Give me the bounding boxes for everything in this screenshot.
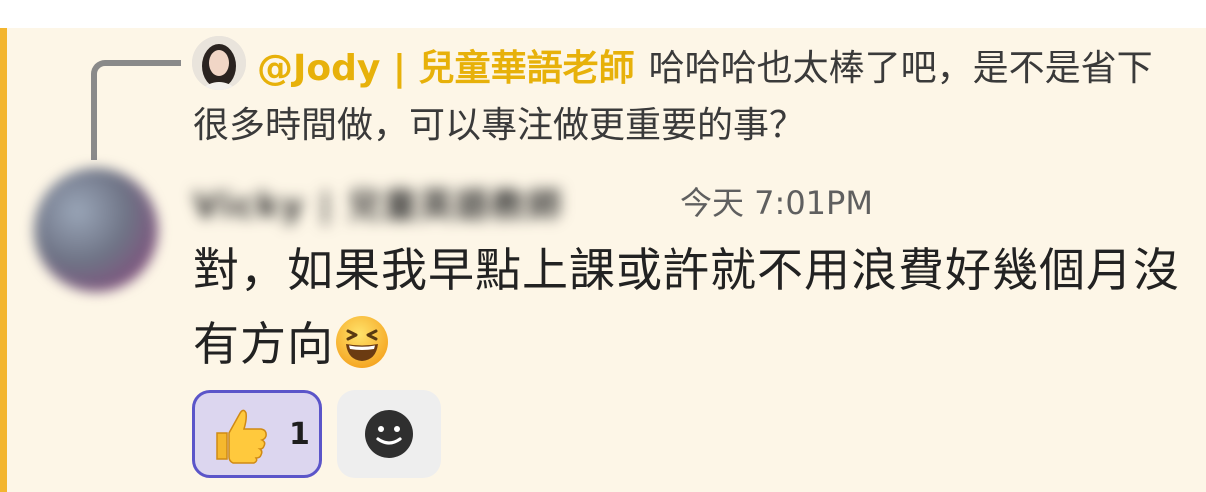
highlight-bar [0, 28, 7, 492]
reply-connector [91, 60, 181, 160]
chat-message: @Jody | 兒童華語老師 哈哈哈也太棒了吧，是不是省下很多時間做，可以專注做更… [0, 28, 1206, 492]
thumbs-up-reaction-button[interactable]: 1 [192, 390, 322, 478]
message-timestamp: 今天 7:01PM [680, 184, 873, 222]
message-body: 對，如果我早點上課或許就不用浪費好幾個月沒有方向 [193, 233, 1183, 381]
add-reaction-button[interactable] [337, 390, 441, 478]
message-author-name[interactable]: Vicky | 兒童英語教師 [193, 178, 563, 227]
laughing-squint-emoji-icon [336, 316, 388, 368]
reply-author-name[interactable]: @Jody | 兒童華語老師 [257, 48, 635, 89]
thumbs-up-icon [216, 409, 267, 464]
reaction-count: 1 [289, 416, 310, 452]
reply-preview[interactable]: @Jody | 兒童華語老師 哈哈哈也太棒了吧，是不是省下很多時間做，可以專注做更… [193, 40, 1153, 154]
avatar[interactable] [34, 168, 158, 292]
smiley-add-reaction-icon [365, 410, 413, 458]
